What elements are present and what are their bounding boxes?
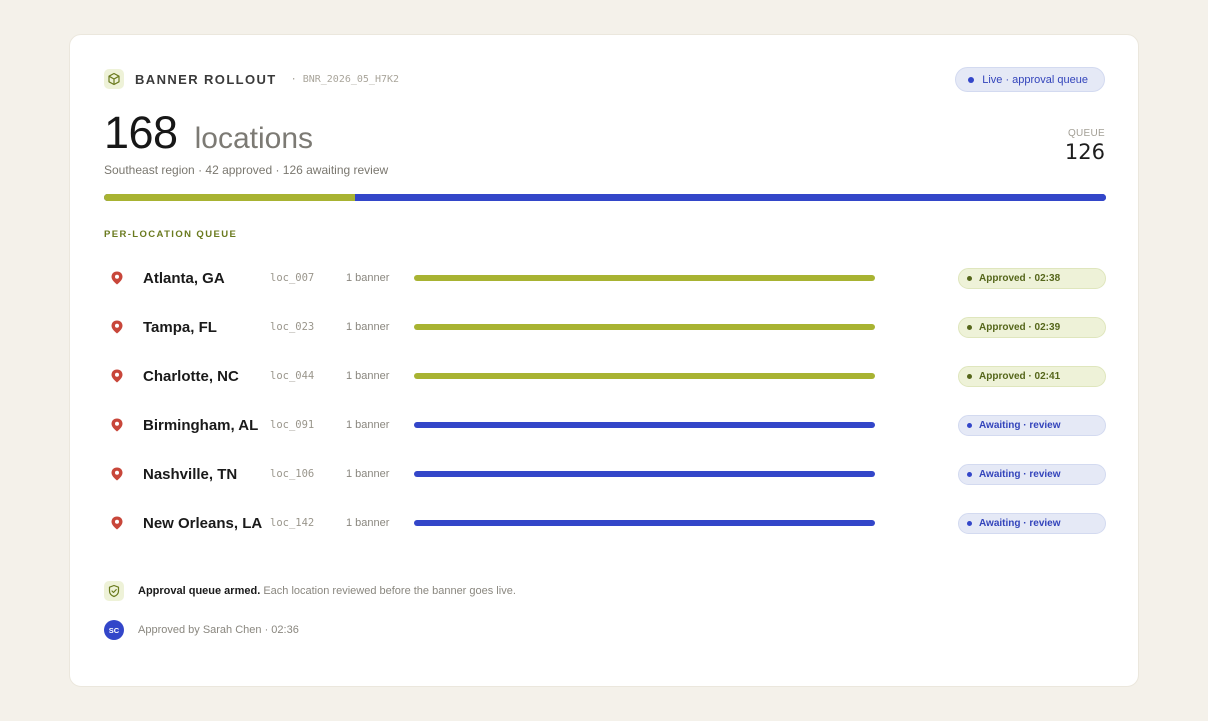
approval-progress-bar [104, 194, 1106, 201]
shield-check-icon [104, 581, 124, 601]
status-dot-icon [967, 373, 972, 379]
rollout-card: BANNER ROLLOUT · BNR_2026_05_H7K2 Live ·… [69, 34, 1139, 687]
cube-icon [104, 69, 124, 89]
location-status-badge: Awaiting · review [958, 414, 1106, 436]
location-city: Atlanta, GA [143, 269, 225, 287]
location-progress-bar [414, 520, 875, 526]
location-city: Birmingham, AL [143, 416, 259, 434]
queue-value: 126 [1064, 140, 1105, 164]
location-city: Nashville, TN [143, 465, 238, 483]
status-label: Awaiting · review [979, 517, 1061, 529]
location-city: New Orleans, LA [143, 514, 263, 532]
status-label: Approved · 02:41 [979, 370, 1061, 382]
location-count-value: 168 [104, 107, 178, 158]
map-pin-icon [109, 417, 125, 433]
armed-bold: Approval queue armed. [138, 585, 261, 597]
map-pin-icon [109, 466, 125, 482]
location-status-badge: Awaiting · review [958, 512, 1106, 534]
map-pin-icon [109, 319, 125, 335]
approver-line: SC Approved by Sarah Chen · 02:36 [104, 620, 299, 640]
location-id: loc_142 [270, 517, 315, 529]
armed-detail: Each location reviewed before the banner… [260, 585, 516, 597]
location-row[interactable]: Charlotte, NC loc_044 1 banner Approved · 0… [104, 363, 1106, 389]
location-row[interactable]: Tampa, FL loc_023 1 banner Approved · 02:39 [104, 314, 1106, 340]
live-status-badge: Live · approval queue [955, 67, 1105, 92]
map-pin-icon [109, 368, 125, 384]
approved-progress-segment [104, 194, 355, 201]
location-status-badge: Approved · 02:38 [958, 267, 1106, 289]
location-progress-bar [414, 275, 875, 281]
location-progress-bar [414, 422, 875, 428]
banner-count: 1 banner [346, 468, 390, 480]
location-progress-bar [414, 373, 875, 379]
approved-by-text: Approved by Sarah Chen · 02:36 [138, 624, 299, 636]
queue-counter: QUEUE 126 [1065, 128, 1105, 164]
summary-subtitle: Southeast region · 42 approved · 126 awa… [104, 163, 389, 177]
location-row[interactable]: New Orleans, LA loc_142 1 banner Awaiting ·… [104, 510, 1106, 536]
banner-count: 1 banner [346, 321, 390, 333]
rollout-title: BANNER ROLLOUT [135, 71, 277, 87]
status-dot-icon [967, 471, 972, 477]
map-pin-icon [109, 270, 125, 286]
map-pin-icon [109, 515, 125, 531]
location-id: loc_106 [270, 468, 315, 480]
location-status-badge: Approved · 02:41 [958, 365, 1106, 387]
section-title: PER-LOCATION QUEUE [104, 229, 238, 240]
status-dot-icon [967, 324, 972, 330]
location-count-unit: locations [194, 122, 313, 155]
rollout-code: · BNR_2026_05_H7K2 [290, 73, 400, 85]
location-city: Tampa, FL [143, 318, 217, 336]
banner-count: 1 banner [346, 272, 390, 284]
live-badge-label: Live · approval queue [982, 73, 1088, 86]
banner-count: 1 banner [346, 419, 390, 431]
avatar: SC [104, 620, 124, 640]
location-count: 168 locations [104, 107, 313, 159]
status-label: Approved · 02:38 [979, 272, 1061, 284]
location-row[interactable]: Nashville, TN loc_106 1 banner Awaiting · r… [104, 461, 1106, 487]
location-progress-bar [414, 471, 875, 477]
location-id: loc_044 [270, 370, 315, 382]
status-dot-icon [967, 520, 972, 526]
armed-text: Approval queue armed. Each location revi… [138, 585, 516, 597]
location-status-badge: Awaiting · review [958, 463, 1106, 485]
approval-armed-note: Approval queue armed. Each location revi… [104, 581, 516, 601]
location-id: loc_007 [270, 272, 315, 284]
awaiting-progress-segment [354, 194, 1106, 201]
location-row[interactable]: Atlanta, GA loc_007 1 banner Approved · 02:… [104, 265, 1106, 291]
queue-label: QUEUE [1067, 128, 1105, 139]
banner-count: 1 banner [346, 517, 390, 529]
status-dot-icon [967, 275, 972, 281]
card-header: BANNER ROLLOUT · BNR_2026_05_H7K2 [104, 69, 399, 89]
location-city: Charlotte, NC [143, 367, 239, 385]
location-id: loc_091 [270, 419, 315, 431]
location-row[interactable]: Birmingham, AL loc_091 1 banner Awaiting · … [104, 412, 1106, 438]
location-progress-bar [414, 324, 875, 330]
live-dot-icon [968, 76, 975, 83]
location-status-badge: Approved · 02:39 [958, 316, 1106, 338]
banner-count: 1 banner [346, 370, 390, 382]
status-dot-icon [967, 422, 972, 428]
location-id: loc_023 [270, 321, 315, 333]
status-label: Approved · 02:39 [979, 321, 1061, 333]
status-label: Awaiting · review [979, 419, 1061, 431]
status-label: Awaiting · review [979, 468, 1061, 480]
